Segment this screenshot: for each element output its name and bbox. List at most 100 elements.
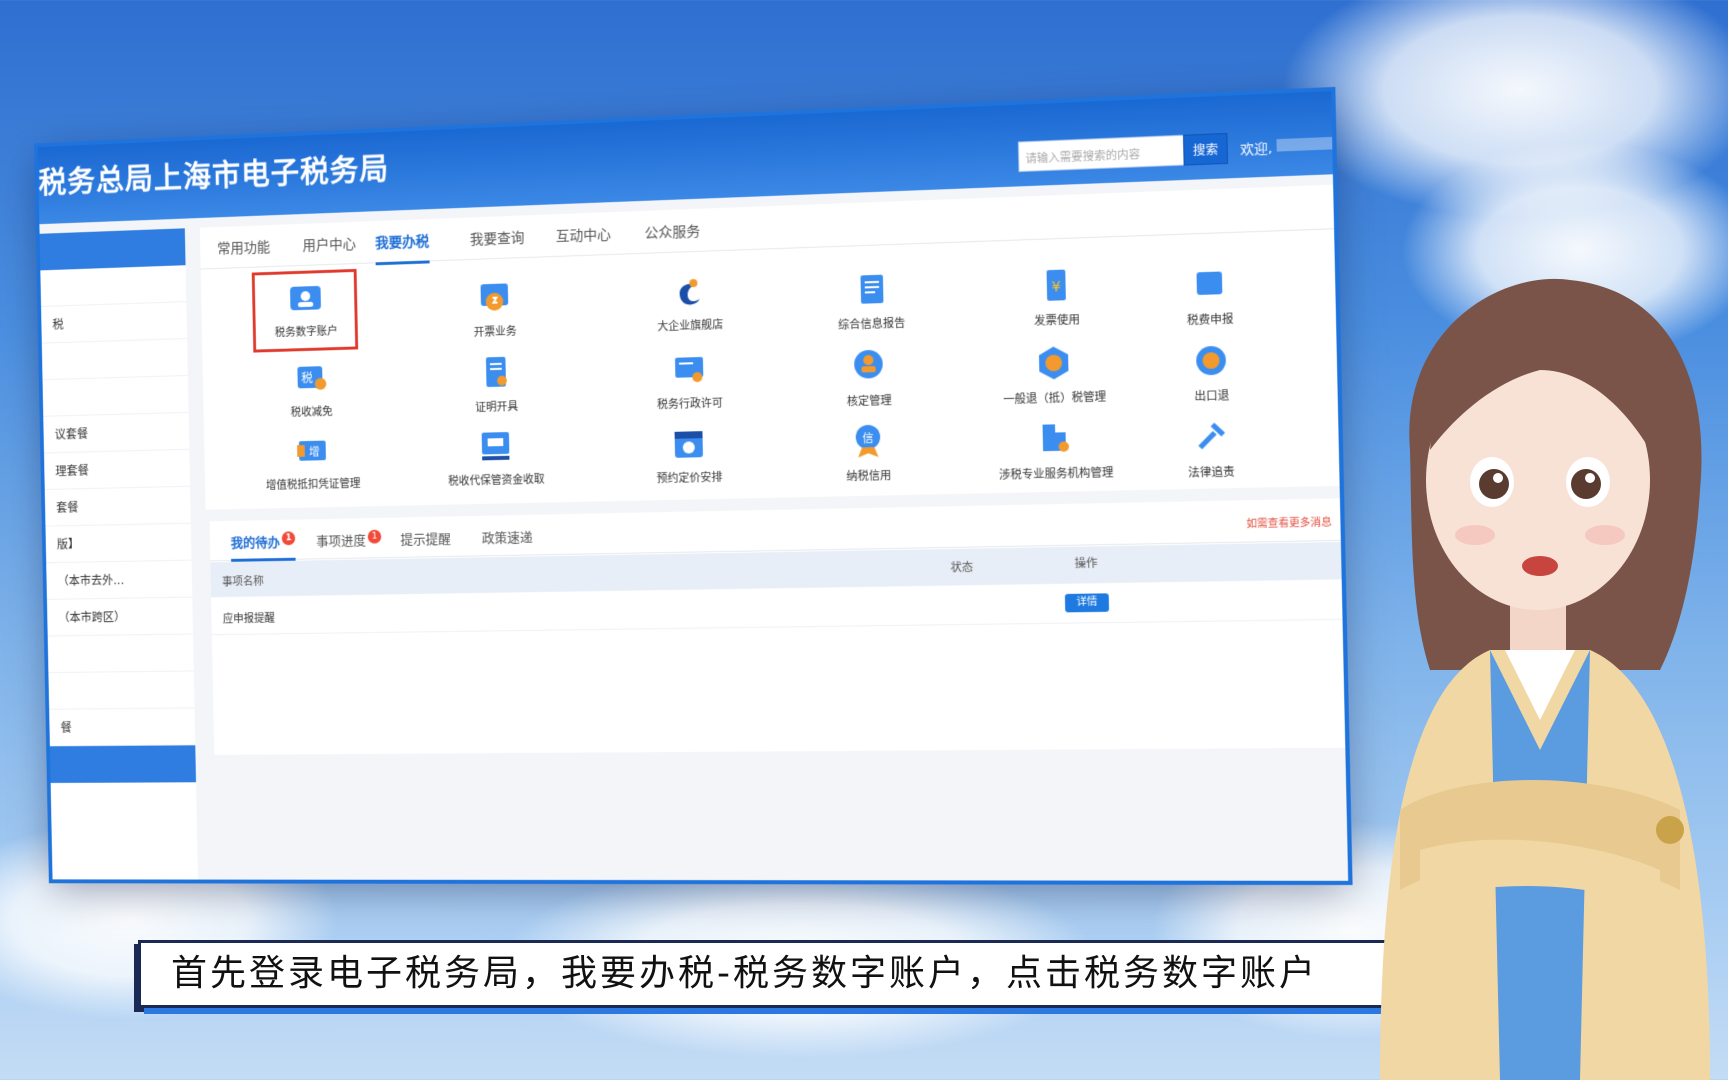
service-label: 核定管理	[846, 393, 892, 409]
sidebar-item-active[interactable]	[49, 745, 197, 783]
sidebar-item[interactable]: 套餐	[44, 486, 191, 527]
service-certificate[interactable]: 证明开具	[428, 351, 566, 416]
service-label: 预约定价安排	[656, 470, 723, 486]
service-enterprise-flagship[interactable]: 大企业旗舰店	[620, 269, 761, 336]
service-invoice-issue[interactable]: 开票业务	[426, 276, 564, 342]
column-name: 事项名称	[221, 574, 264, 589]
service-digital-account[interactable]: 税务数字账户	[239, 276, 374, 341]
service-tax-declaration[interactable]: 税费申报	[1167, 262, 1253, 329]
custody-funds-icon	[481, 432, 510, 461]
service-tax-credit[interactable]: 信 纳税信用	[797, 419, 941, 485]
tax-reduction-icon: 税	[297, 366, 327, 390]
service-label: 出口退	[1194, 389, 1230, 404]
search-button[interactable]: 搜索	[1182, 132, 1229, 166]
info-report-icon	[860, 274, 884, 304]
user-name-blur	[1276, 136, 1333, 152]
tab-interaction[interactable]: 互动中心	[556, 224, 612, 256]
tab-public-service[interactable]: 公众服务	[644, 221, 700, 253]
sidebar-item[interactable]	[47, 634, 194, 674]
svg-text:增: 增	[309, 445, 320, 458]
service-export-refund[interactable]: 出口退	[1168, 339, 1254, 405]
count-badge: 1	[367, 529, 382, 544]
service-label: 大企业旗舰店	[657, 318, 724, 334]
service-assessment[interactable]: 核定管理	[797, 344, 941, 411]
sidebar-item[interactable]: 餐	[49, 708, 196, 747]
sidebar-item[interactable]: 理套餐	[44, 449, 191, 490]
tab-label: 事项进度	[316, 533, 367, 550]
service-info-report[interactable]: 综合信息报告	[800, 267, 944, 334]
presenter-avatar	[1380, 278, 1710, 1080]
legal-icon	[1189, 416, 1232, 458]
refund-icon	[1038, 346, 1069, 380]
export-refund-icon	[1195, 345, 1227, 376]
tax-agency-icon	[1042, 424, 1070, 452]
service-label: 涉税专业服务机构管理	[998, 465, 1114, 482]
site-title: 税务总局上海市电子税务局	[38, 151, 390, 201]
service-label: 一般退（抵）税管理	[1002, 390, 1107, 407]
service-label: 税务数字账户	[274, 324, 338, 340]
service-refund[interactable]: 一般退（抵）税管理	[981, 340, 1128, 407]
service-pricing-arrangement[interactable]: 预约定价安排	[619, 422, 760, 487]
sidebar-item[interactable]	[40, 265, 187, 307]
service-label: 税收减免	[290, 405, 333, 419]
tax-declaration-icon	[1196, 271, 1223, 296]
service-legal[interactable]: 法律追责	[1168, 415, 1254, 481]
sidebar-item[interactable]: （本市跨区）	[46, 597, 194, 637]
vat-voucher-icon: 增	[297, 440, 326, 461]
service-custody-funds[interactable]: 税收代保管资金收取	[427, 425, 565, 490]
column-status: 状态	[950, 560, 974, 575]
digital-account-icon	[290, 285, 321, 311]
browser-window: 税务总局上海市电子税务局 请输入需要搜索的内容 搜索 欢迎, 税 议套餐 理套餐…	[37, 91, 1349, 881]
service-admin-license[interactable]: 税务行政许可	[619, 347, 760, 413]
tab-reminders[interactable]: 提示提醒	[400, 528, 451, 548]
svg-text:信: 信	[862, 432, 874, 446]
service-label: 发票使用	[1033, 313, 1081, 328]
welcome-text: 欢迎,	[1240, 141, 1273, 159]
tab-query[interactable]: 我要查询	[470, 227, 525, 259]
service-label: 综合信息报告	[838, 316, 906, 332]
row-name: 应申报提醒	[222, 611, 276, 626]
tax-credit-icon: 信	[855, 424, 881, 458]
sidebar-item[interactable]	[48, 671, 195, 710]
svg-text:¥: ¥	[1051, 279, 1061, 296]
sidebar-item[interactable]	[41, 339, 188, 381]
service-tax-reduction[interactable]: 税 税收减免	[244, 357, 379, 421]
service-invoice-use[interactable]: ¥ 发票使用	[983, 262, 1130, 330]
detail-button[interactable]: 详情	[1064, 593, 1110, 613]
assessment-icon	[853, 349, 884, 379]
tab-my-todo[interactable]: 我的待办 1	[230, 531, 296, 562]
column-action: 操作	[1074, 556, 1098, 571]
subtitle-caption: 首先登录电子税务局，我要办税-税务数字账户，点击税务数字账户	[138, 940, 1398, 1008]
service-label: 税收代保管资金收取	[448, 472, 545, 488]
service-label: 证明开具	[475, 400, 519, 415]
sidebar: 税 议套餐 理套餐 套餐 版】 （本市去外... （本市跨区） 餐	[39, 228, 198, 880]
count-badge: 1	[281, 531, 296, 546]
service-tax-agency[interactable]: 涉税专业服务机构管理	[982, 416, 1129, 483]
search-input[interactable]: 请输入需要搜索的内容	[1017, 134, 1186, 173]
tab-policy[interactable]: 政策速递	[482, 527, 533, 547]
tab-tax-handling[interactable]: 我要办税	[374, 230, 430, 266]
sidebar-item[interactable]: 议套餐	[43, 412, 190, 454]
sidebar-item[interactable]: 版】	[45, 523, 192, 564]
tab-progress[interactable]: 事项进度 1	[316, 529, 382, 550]
service-label: 开票业务	[473, 324, 517, 339]
sidebar-item[interactable]	[42, 375, 189, 417]
invoice-use-icon: ¥	[1046, 269, 1066, 301]
tab-label: 我的待办	[230, 535, 281, 552]
svg-text:税: 税	[301, 371, 313, 385]
sidebar-item[interactable]: （本市去外...	[46, 560, 193, 600]
todo-panel: 我的待办 1 事项进度 1 提示提醒 政策速递 如需查看更多消息 事项名称 状态 操…	[209, 498, 1346, 755]
invoice-issue-icon	[480, 283, 509, 311]
service-label: 纳税信用	[846, 468, 892, 484]
sidebar-item[interactable]: 税	[41, 302, 188, 344]
tab-common[interactable]: 常用功能	[217, 237, 271, 268]
certificate-icon	[485, 356, 507, 388]
sidebar-item-active[interactable]	[39, 228, 186, 271]
service-label: 税费申报	[1186, 312, 1234, 328]
enterprise-flagship-icon	[679, 278, 700, 305]
service-label: 法律追责	[1187, 465, 1235, 480]
service-vat-voucher[interactable]: 增 增值税抵扣凭证管理	[246, 429, 381, 493]
more-messages-link[interactable]: 如需查看更多消息	[1246, 513, 1332, 530]
tab-user-center[interactable]: 用户中心	[302, 234, 356, 265]
pricing-arrangement-icon	[674, 431, 703, 458]
